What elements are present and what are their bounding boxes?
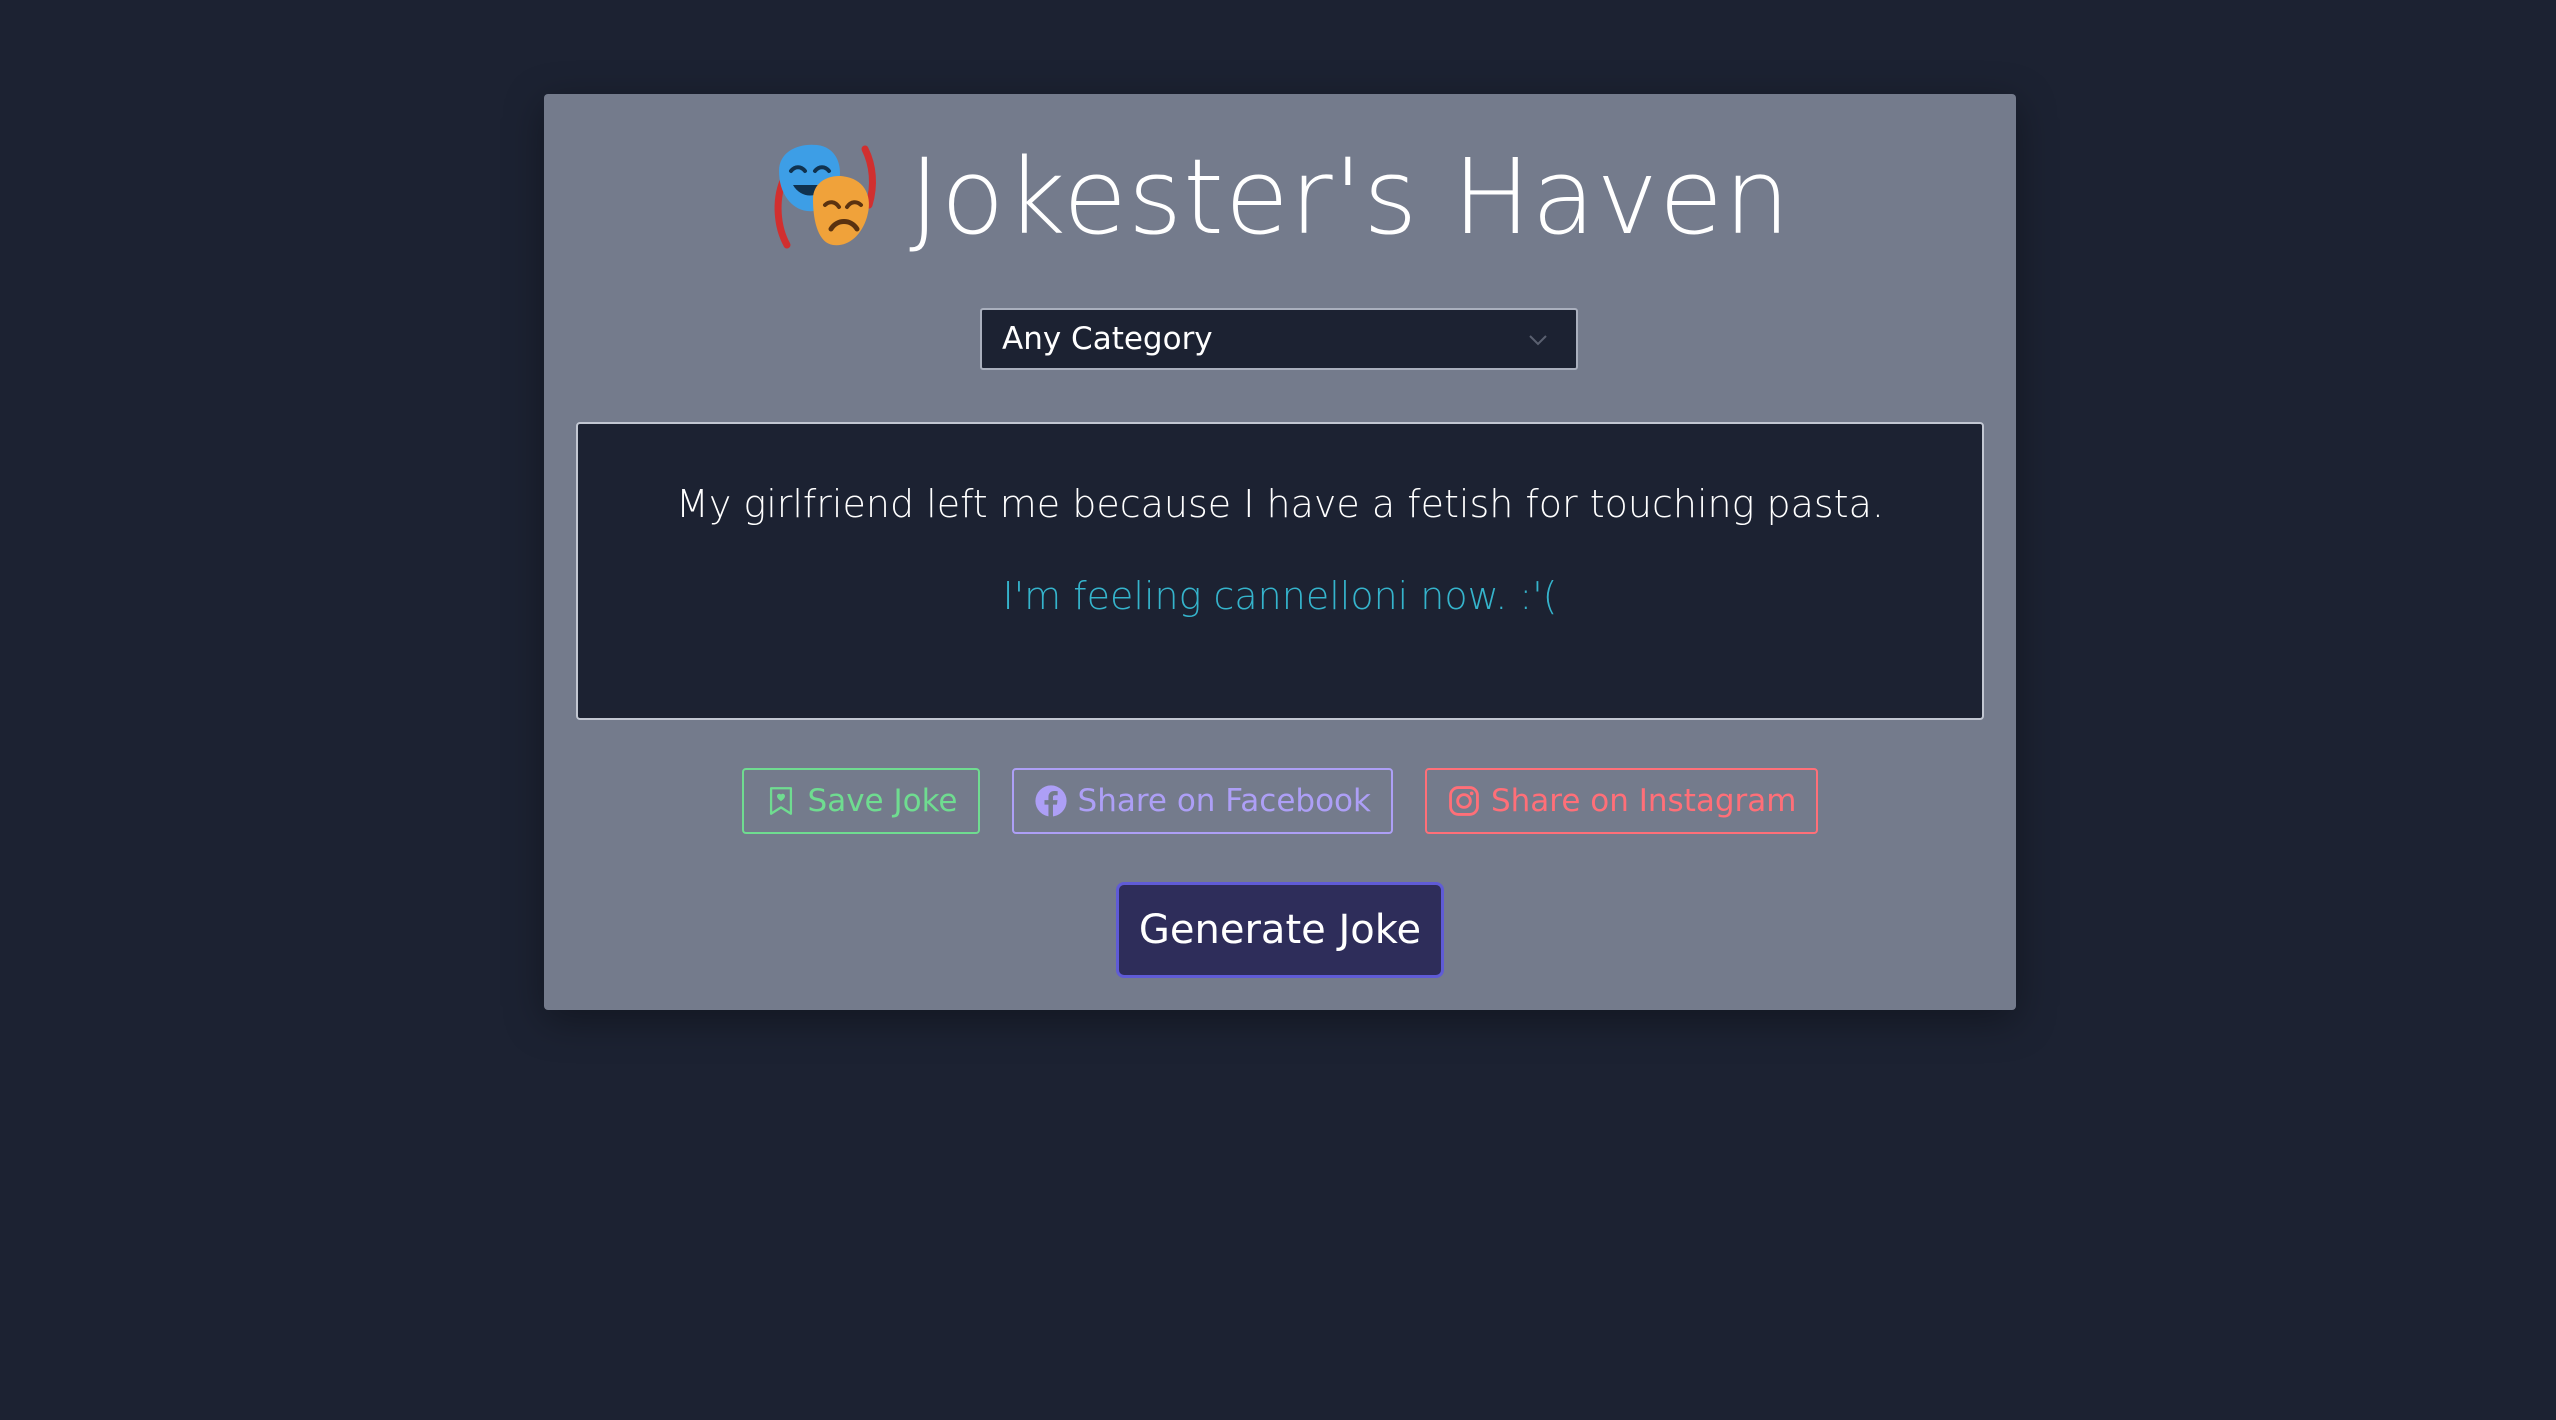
header: Jokester's Haven — [544, 132, 2016, 262]
joke-card: Jokester's Haven Any Category My girlfri… — [544, 94, 2016, 1010]
facebook-icon — [1034, 785, 1067, 817]
joke-delivery: I'm feeling cannelloni now. :'( — [1002, 574, 1558, 618]
save-joke-label: Save Joke — [807, 783, 958, 819]
instagram-icon — [1449, 786, 1479, 816]
joke-setup: My girlfriend left me because I have a f… — [676, 482, 1884, 526]
performing-arts-masks-icon — [774, 144, 877, 249]
bookmark-heart-icon — [769, 787, 792, 815]
page-title: Jokester's Haven — [909, 136, 1791, 258]
chevron-down-icon — [1529, 335, 1547, 346]
category-select[interactable]: Any Category — [980, 308, 1578, 370]
joke-display: My girlfriend left me because I have a f… — [576, 422, 1984, 720]
generate-joke-button[interactable]: Generate Joke — [1116, 882, 1444, 978]
share-actions: Save Joke Share on Facebook Share on Ins… — [544, 768, 2016, 834]
share-instagram-button[interactable]: Share on Instagram — [1424, 768, 1819, 834]
share-facebook-label: Share on Facebook — [1077, 783, 1371, 819]
share-instagram-label: Share on Instagram — [1490, 783, 1797, 819]
share-facebook-button[interactable]: Share on Facebook — [1011, 768, 1393, 834]
save-joke-button[interactable]: Save Joke — [741, 768, 980, 834]
category-select-value: Any Category — [1002, 321, 1213, 357]
